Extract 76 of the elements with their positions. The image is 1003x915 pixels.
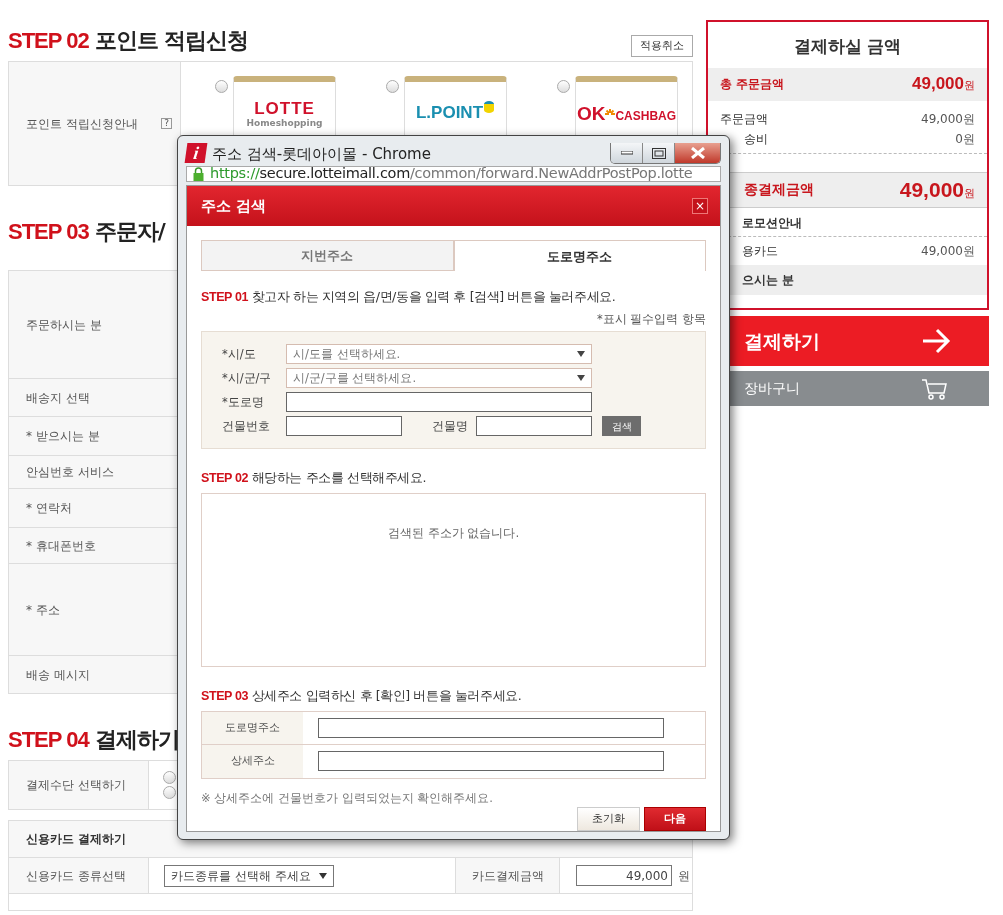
minimize-icon	[620, 151, 633, 155]
section-heading: STEP 04 결제하기	[8, 726, 179, 754]
field-label: 건물번호	[222, 417, 271, 435]
cart-icon	[921, 377, 947, 400]
radio-button[interactable]	[163, 771, 176, 784]
caret-icon	[318, 872, 327, 879]
final-label: 종결제금액	[744, 180, 814, 199]
coin-icon	[483, 100, 496, 113]
help-icon[interactable]: ?	[161, 117, 172, 130]
field-label: 도로명주소	[202, 711, 303, 744]
logo-subtext: Homeshopping	[246, 117, 323, 130]
line-label: 용카드	[742, 242, 778, 260]
section-heading: STEP 02 포인트 적립신청	[8, 27, 249, 55]
caret-icon	[577, 375, 585, 382]
notice-text: ※ 상세주소에 건물번호가 입력되었는지 확인해주세요.	[201, 789, 494, 807]
field-label: *도로명	[222, 393, 265, 411]
app-icon: i	[184, 143, 208, 163]
reset-button[interactable]: 초기화	[577, 807, 640, 831]
dialog-title: 주소 검색	[201, 196, 267, 217]
caret-icon	[577, 351, 585, 358]
field-label: 건물명	[431, 417, 469, 435]
recipient-label: 으시는 분	[742, 271, 795, 289]
radio-button[interactable]	[215, 80, 228, 93]
form-label: 신용카드 종류선택	[9, 858, 149, 893]
field-label: *시/군/구	[222, 369, 273, 387]
empty-message: 검색된 주소가 없습니다.	[387, 525, 520, 542]
section-subtitle: 신용카드 결제하기	[26, 831, 127, 848]
input-field[interactable]	[286, 392, 592, 413]
promo-label: 로모션안내	[742, 215, 802, 230]
step-instruction: STEP 03 상세주소 입력하신 후 [확인] 버튼을 눌러주세요.	[201, 687, 523, 705]
required-note: *표시 필수입력 항목	[595, 311, 706, 328]
card-type-select[interactable]: 카드종류를 선택해 주세요	[164, 864, 334, 887]
tab[interactable]: 지번주소	[201, 240, 454, 272]
dropdown[interactable]: 시/군/구를 선택하세요.	[286, 368, 592, 389]
tab[interactable]: 도로명주소	[453, 240, 706, 272]
radio-button[interactable]	[163, 786, 176, 799]
logo-text: OK	[576, 102, 606, 126]
cancel-button[interactable]: 적용취소	[631, 34, 693, 57]
input-field[interactable]	[286, 416, 402, 437]
input-field[interactable]	[318, 751, 664, 772]
logo-text: LOTTE	[254, 100, 315, 117]
close-icon	[690, 147, 705, 159]
search-button[interactable]: 검색	[602, 416, 641, 437]
line-label: 주문금액	[720, 110, 768, 128]
logo-text: L.POINT	[415, 102, 484, 124]
amount-value: 49,000원	[912, 73, 975, 96]
form-label: 카드결제금액	[456, 858, 560, 893]
close-button[interactable]: ×	[692, 198, 708, 215]
radio-button[interactable]	[557, 80, 570, 93]
arrow-icon	[921, 328, 951, 354]
input-field[interactable]	[318, 717, 664, 738]
amount-field[interactable]: 49,000	[576, 865, 672, 886]
lock-icon	[193, 166, 204, 181]
line-label: 송비	[744, 130, 768, 148]
panel-title: 결제하실 금액	[792, 35, 903, 58]
field-label: *시/도	[222, 345, 257, 363]
section-heading: STEP 03 주문자/	[8, 218, 165, 246]
line-value: 49,000원	[921, 242, 975, 260]
step-instruction: STEP 02 해당하는 주소를 선택해주세요.	[201, 469, 428, 488]
dropdown[interactable]: 시/도를 선택하세요.	[286, 344, 592, 365]
line-value: 0원	[955, 130, 975, 148]
radio-button[interactable]	[386, 80, 399, 93]
maximize-button[interactable]	[643, 143, 675, 163]
step-instruction: STEP 01 찾고자 하는 지역의 읍/면/동을 입력 후 [검색] 버튼을 눌러주세요.	[201, 288, 617, 307]
unit-label: 원	[678, 867, 690, 885]
maximize-icon	[651, 147, 666, 159]
total-label: 총 주문금액	[720, 76, 785, 93]
close-button[interactable]	[675, 143, 720, 163]
form-label: 포인트 적립신청안내	[26, 115, 138, 133]
logo-subtext: CASHBAG	[615, 108, 677, 126]
field-label: 상세주소	[202, 744, 303, 778]
line-value: 49,000원	[921, 110, 975, 128]
form-label: 결제수단 선택하기	[9, 761, 149, 809]
amount-value: 49,000원	[899, 176, 975, 203]
next-button[interactable]: 다음	[644, 807, 706, 831]
input-field[interactable]	[476, 416, 592, 437]
